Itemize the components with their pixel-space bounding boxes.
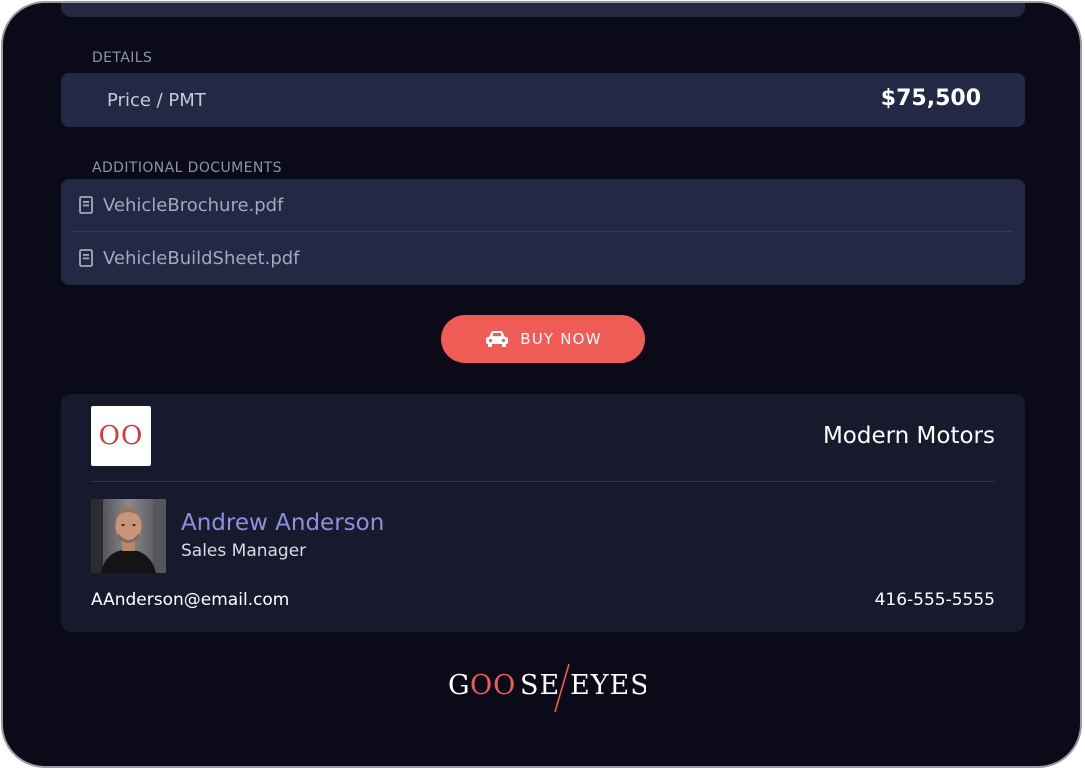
avatar — [91, 499, 166, 573]
agent-name: Andrew Anderson — [181, 510, 385, 536]
price-value: $75,500 — [880, 86, 981, 111]
brand-logo: G OO SE EYES — [446, 660, 649, 716]
agent-email-link[interactable]: AAnderson@email.com — [91, 590, 289, 610]
document-icon — [75, 194, 97, 216]
dealer-card: OO Modern Motors Andrew Anderson Sales M… — [61, 394, 1025, 632]
svg-text:SE: SE — [520, 670, 560, 701]
buy-now-button[interactable]: BUY NOW — [441, 315, 645, 363]
buy-now-label: BUY NOW — [520, 330, 602, 348]
car-icon — [484, 329, 510, 349]
document-item-build-sheet[interactable]: VehicleBuildSheet.pdf — [73, 232, 1013, 284]
dealer-logo-text: OO — [98, 421, 144, 451]
document-name: VehicleBrochure.pdf — [103, 194, 284, 216]
documents-section-label: ADDITIONAL DOCUMENTS — [92, 160, 282, 176]
document-name: VehicleBuildSheet.pdf — [103, 247, 300, 269]
previous-panel-edge — [61, 3, 1025, 17]
price-label: Price / PMT — [107, 90, 206, 111]
dealer-logo: OO — [91, 406, 151, 466]
app-screen: DETAILS Price / PMT $75,500 ADDITIONAL D… — [1, 1, 1082, 768]
document-icon — [75, 247, 97, 269]
agent-phone-link[interactable]: 416-555-5555 — [875, 590, 995, 610]
svg-text:EYES: EYES — [570, 670, 646, 701]
details-section-label: DETAILS — [92, 50, 153, 66]
svg-text:OO: OO — [470, 670, 516, 701]
dealer-name: Modern Motors — [822, 423, 995, 449]
price-row: Price / PMT $75,500 — [61, 73, 1025, 127]
card-divider — [91, 481, 995, 482]
svg-text:G: G — [448, 670, 471, 701]
documents-list: VehicleBrochure.pdf VehicleBuildSheet.pd… — [61, 179, 1025, 285]
agent-title: Sales Manager — [181, 541, 307, 561]
document-item-brochure[interactable]: VehicleBrochure.pdf — [73, 179, 1013, 232]
